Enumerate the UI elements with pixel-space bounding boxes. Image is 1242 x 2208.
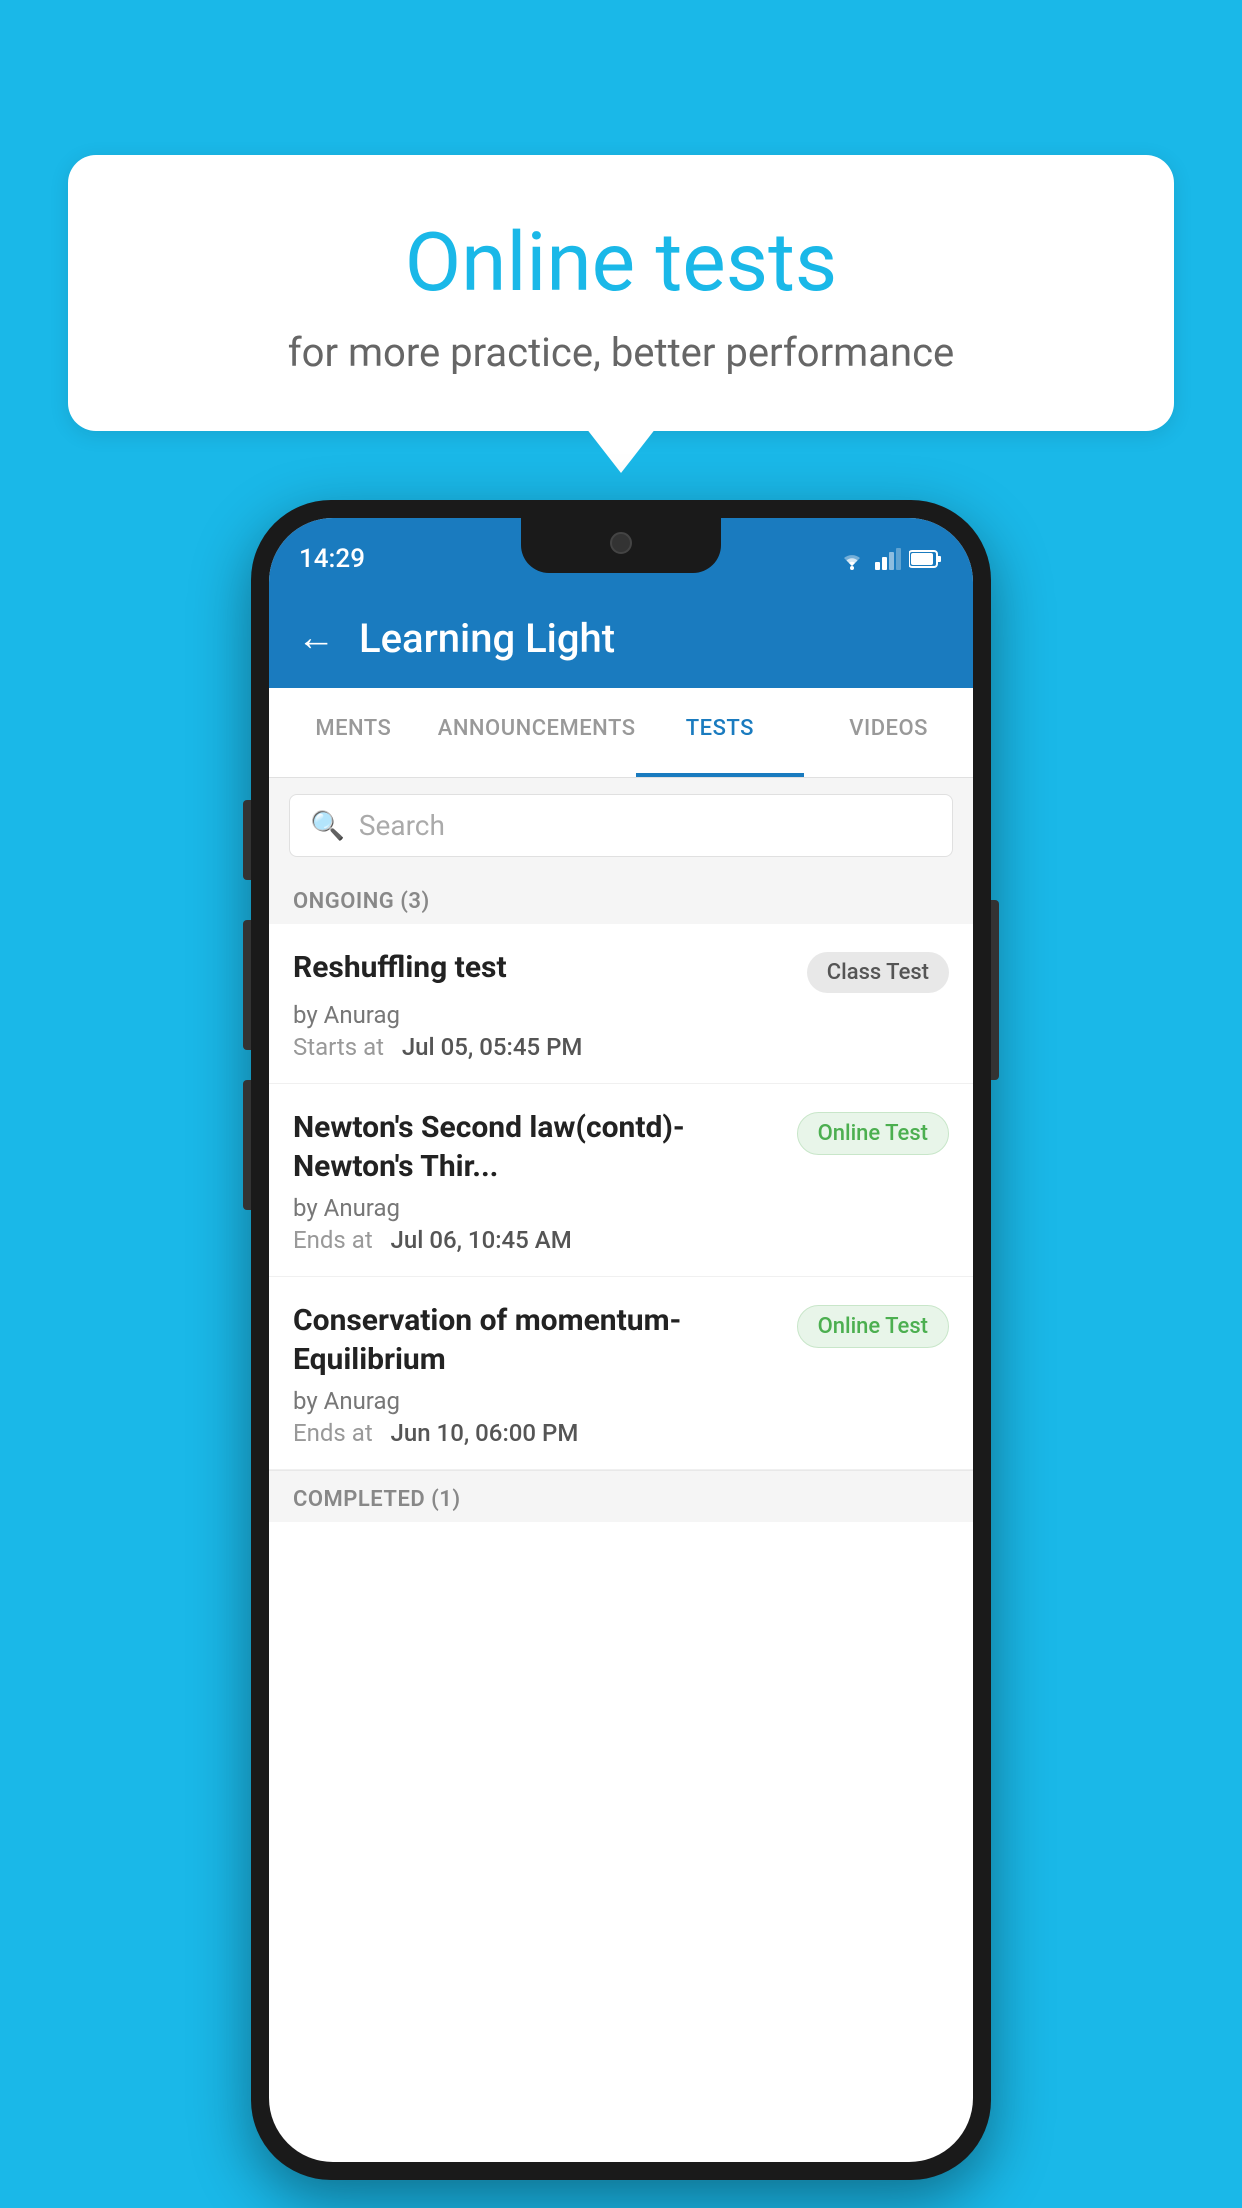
ongoing-label: ONGOING (3) [293, 889, 430, 914]
test-item-header-2: Newton's Second law(contd)-Newton's Thir… [293, 1108, 949, 1186]
search-container: 🔍 Search [269, 778, 973, 873]
date-value: Jul 05, 05:45 PM [402, 1033, 583, 1061]
phone-button-vol-up [243, 920, 251, 1050]
test-title-2: Newton's Second law(contd)-Newton's Thir… [293, 1108, 787, 1186]
phone-frame-container: 14:29 [251, 500, 991, 2180]
test-date: Starts at Jul 05, 05:45 PM [293, 1033, 949, 1061]
completed-label: COMPLETED (1) [293, 1487, 461, 1512]
test-item-newtons[interactable]: Newton's Second law(contd)-Newton's Thir… [269, 1084, 973, 1277]
status-icons [837, 548, 943, 570]
tab-videos[interactable]: VIDEOS [804, 688, 973, 777]
app-title: Learning Light [359, 615, 615, 662]
search-bar[interactable]: 🔍 Search [289, 794, 953, 857]
bubble-subtitle: for more practice, better performance [118, 329, 1124, 376]
phone-screen: 14:29 [269, 518, 973, 2162]
bubble-title: Online tests [118, 215, 1124, 311]
tab-announcements[interactable]: ANNOUNCEMENTS [438, 688, 636, 777]
test-title: Reshuffling test [293, 948, 507, 987]
signal-icon [875, 548, 901, 570]
date-value-2: Jul 06, 10:45 AM [391, 1226, 572, 1254]
battery-icon [909, 549, 943, 569]
search-placeholder: Search [359, 809, 445, 842]
status-time: 14:29 [299, 544, 365, 574]
date-label: Starts at [293, 1033, 384, 1061]
speech-bubble: Online tests for more practice, better p… [68, 155, 1174, 431]
phone-button-power [991, 900, 999, 1080]
test-author-2: by Anurag [293, 1194, 949, 1222]
phone-button-volume [243, 800, 251, 880]
phone-camera [610, 532, 632, 554]
date-label-2: Ends at [293, 1226, 373, 1254]
test-badge-class: Class Test [807, 952, 949, 993]
test-date-2: Ends at Jul 06, 10:45 AM [293, 1226, 949, 1254]
ongoing-section-header: ONGOING (3) [269, 873, 973, 924]
tab-ments[interactable]: MENTS [269, 688, 438, 777]
test-author-3: by Anurag [293, 1387, 949, 1415]
test-author: by Anurag [293, 1001, 949, 1029]
date-label-3: Ends at [293, 1419, 373, 1447]
test-item-header-3: Conservation of momentum-Equilibrium Onl… [293, 1301, 949, 1379]
app-bar: ← Learning Light [269, 588, 973, 688]
back-button[interactable]: ← [297, 616, 335, 660]
tab-bar: MENTS ANNOUNCEMENTS TESTS VIDEOS [269, 688, 973, 778]
phone-notch [521, 518, 721, 573]
test-badge-online-2: Online Test [797, 1305, 949, 1348]
test-item-reshuffling[interactable]: Reshuffling test Class Test by Anurag St… [269, 924, 973, 1084]
test-item-conservation[interactable]: Conservation of momentum-Equilibrium Onl… [269, 1277, 973, 1470]
test-item-header: Reshuffling test Class Test [293, 948, 949, 993]
test-badge-online-1: Online Test [797, 1112, 949, 1155]
search-icon: 🔍 [310, 809, 345, 842]
test-title-3: Conservation of momentum-Equilibrium [293, 1301, 787, 1379]
phone-button-vol-down [243, 1080, 251, 1210]
tab-tests[interactable]: TESTS [636, 688, 805, 777]
wifi-icon [837, 548, 867, 570]
test-date-3: Ends at Jun 10, 06:00 PM [293, 1419, 949, 1447]
completed-section-header: COMPLETED (1) [269, 1470, 973, 1522]
date-value-3: Jun 10, 06:00 PM [391, 1419, 579, 1447]
